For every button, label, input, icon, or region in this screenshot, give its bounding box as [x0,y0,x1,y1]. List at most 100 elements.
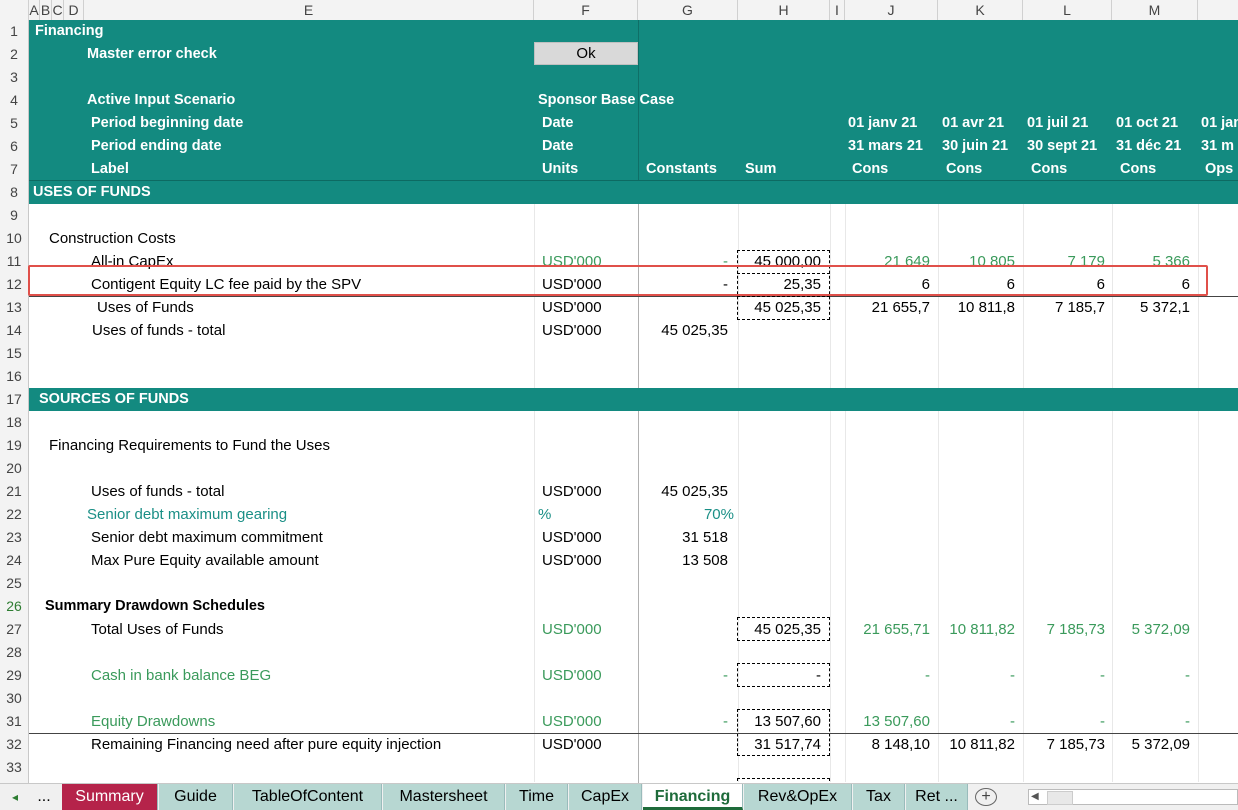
uses-total-label[interactable]: Uses of funds - total [92,322,225,339]
col-header-g[interactable]: G [638,0,738,20]
max-equity-units[interactable]: USD'000 [542,552,602,569]
row-header[interactable]: 25 [0,572,29,595]
tab-tableofcontent[interactable]: TableOfContent [234,784,382,810]
row-header[interactable]: 24 [0,549,29,572]
col-header-i[interactable]: I [830,0,845,20]
cash-beg-sum[interactable]: - [740,667,821,684]
uses-of-funds-value[interactable]: 5 372,1 [1112,299,1190,316]
col-header-d[interactable]: D [64,0,84,20]
tab-ret[interactable]: Ret ... [906,784,968,810]
row-header[interactable]: 20 [0,457,29,480]
total-uses-value[interactable]: 10 811,82 [938,621,1015,638]
cash-beg-units[interactable]: USD'000 [542,667,602,684]
row-header[interactable]: 5 [0,112,29,135]
gearing-constant[interactable]: 70% [638,506,734,523]
row-header[interactable]: 27 [0,618,29,641]
tab-guide[interactable]: Guide [159,784,233,810]
tab-scroll-left-button[interactable]: ◂ [4,784,26,810]
uses-of-funds-value[interactable]: 7 185,7 [1023,299,1105,316]
col-header-e[interactable]: E [84,0,534,20]
cash-beg-value[interactable]: - [845,667,930,684]
equity-drawdowns-constant[interactable]: - [638,713,728,730]
add-sheet-button[interactable]: + [975,788,997,806]
row-header[interactable]: 28 [0,641,29,664]
uses-total-units[interactable]: USD'000 [542,322,602,339]
row-header[interactable]: 30 [0,687,29,710]
col-header-a[interactable]: A [29,0,40,20]
total-uses-label[interactable]: Total Uses of Funds [91,621,224,638]
row-header[interactable]: 29 [0,664,29,687]
src-uses-total-label[interactable]: Uses of funds - total [91,483,224,500]
row-header[interactable]: 22 [0,503,29,526]
tab-financing[interactable]: Financing [643,784,743,810]
max-equity-constant[interactable]: 13 508 [638,552,728,569]
gearing-label[interactable]: Senior debt maximum gearing [87,506,287,523]
row-header[interactable]: 12 [0,273,29,296]
total-uses-units[interactable]: USD'000 [542,621,602,638]
gearing-units[interactable]: % [538,506,551,523]
uses-of-funds-label[interactable]: Uses of Funds [97,299,194,316]
equity-drawdowns-units[interactable]: USD'000 [542,713,602,730]
cash-beg-value[interactable]: - [1112,667,1190,684]
row-header[interactable]: 6 [0,135,29,158]
src-uses-total-units[interactable]: USD'000 [542,483,602,500]
remaining-need-value[interactable]: 5 372,09 [1112,736,1190,753]
row-header[interactable]: 8 [0,181,29,204]
scroll-left-arrow-icon[interactable]: ◀ [1031,791,1039,802]
col-header-h[interactable]: H [738,0,830,20]
row-header[interactable]: 3 [0,66,29,89]
col-header-c[interactable]: C [52,0,64,20]
row-header[interactable]: 33 [0,756,29,783]
cash-beg-value[interactable]: - [1023,667,1105,684]
total-uses-sum[interactable]: 45 025,35 [740,621,821,638]
row-header[interactable]: 26 [0,595,29,618]
total-uses-value[interactable]: 7 185,73 [1023,621,1105,638]
remaining-need-value[interactable]: 10 811,82 [938,736,1015,753]
commitment-units[interactable]: USD'000 [542,529,602,546]
commitment-label[interactable]: Senior debt maximum commitment [91,529,323,546]
row-header[interactable]: 10 [0,227,29,250]
row-header[interactable]: 18 [0,411,29,434]
row-header[interactable]: 14 [0,319,29,342]
tab-more-button[interactable]: ... [28,784,60,810]
scrollbar-thumb[interactable] [1047,791,1073,805]
row-header[interactable]: 2 [0,43,29,66]
uses-of-funds-value[interactable]: 10 811,8 [938,299,1015,316]
equity-drawdowns-value[interactable]: 13 507,60 [845,713,930,730]
remaining-need-value[interactable]: 7 185,73 [1023,736,1105,753]
equity-drawdowns-value[interactable]: - [938,713,1015,730]
tab-rev-opex[interactable]: Rev&OpEx [744,784,852,810]
row-header[interactable]: 32 [0,733,29,756]
uses-of-funds-units[interactable]: USD'000 [542,299,602,316]
uses-of-funds-value[interactable]: 21 655,7 [845,299,930,316]
total-uses-value[interactable]: 21 655,71 [845,621,930,638]
commitment-constant[interactable]: 31 518 [638,529,728,546]
uses-total-constant[interactable]: 45 025,35 [638,322,728,339]
row-header[interactable]: 23 [0,526,29,549]
tab-summary[interactable]: Summary [62,784,158,810]
cash-beg-label[interactable]: Cash in bank balance BEG [91,667,271,684]
row-header[interactable]: 31 [0,710,29,733]
row-header[interactable]: 19 [0,434,29,457]
tab-mastersheet[interactable]: Mastersheet [383,784,505,810]
tab-capex[interactable]: CapEx [569,784,642,810]
col-header-m[interactable]: M [1112,0,1198,20]
row-header[interactable]: 13 [0,296,29,319]
remaining-need-value[interactable]: 8 148,10 [845,736,930,753]
row-header[interactable]: 11 [0,250,29,273]
max-equity-label[interactable]: Max Pure Equity available amount [91,552,319,569]
equity-drawdowns-sum[interactable]: 13 507,60 [740,713,821,730]
col-header-f[interactable]: F [534,0,638,20]
equity-drawdowns-value[interactable]: - [1023,713,1105,730]
row-header[interactable]: 21 [0,480,29,503]
row-header[interactable]: 4 [0,89,29,112]
equity-drawdowns-value[interactable]: - [1112,713,1190,730]
horizontal-scrollbar[interactable]: ◀ [1028,789,1238,805]
equity-drawdowns-label[interactable]: Equity Drawdowns [91,713,215,730]
tab-time[interactable]: Time [506,784,568,810]
col-header-b[interactable]: B [40,0,52,20]
row-header[interactable]: 16 [0,365,29,388]
cash-beg-value[interactable]: - [938,667,1015,684]
tab-tax[interactable]: Tax [853,784,905,810]
remaining-need-units[interactable]: USD'000 [542,736,602,753]
